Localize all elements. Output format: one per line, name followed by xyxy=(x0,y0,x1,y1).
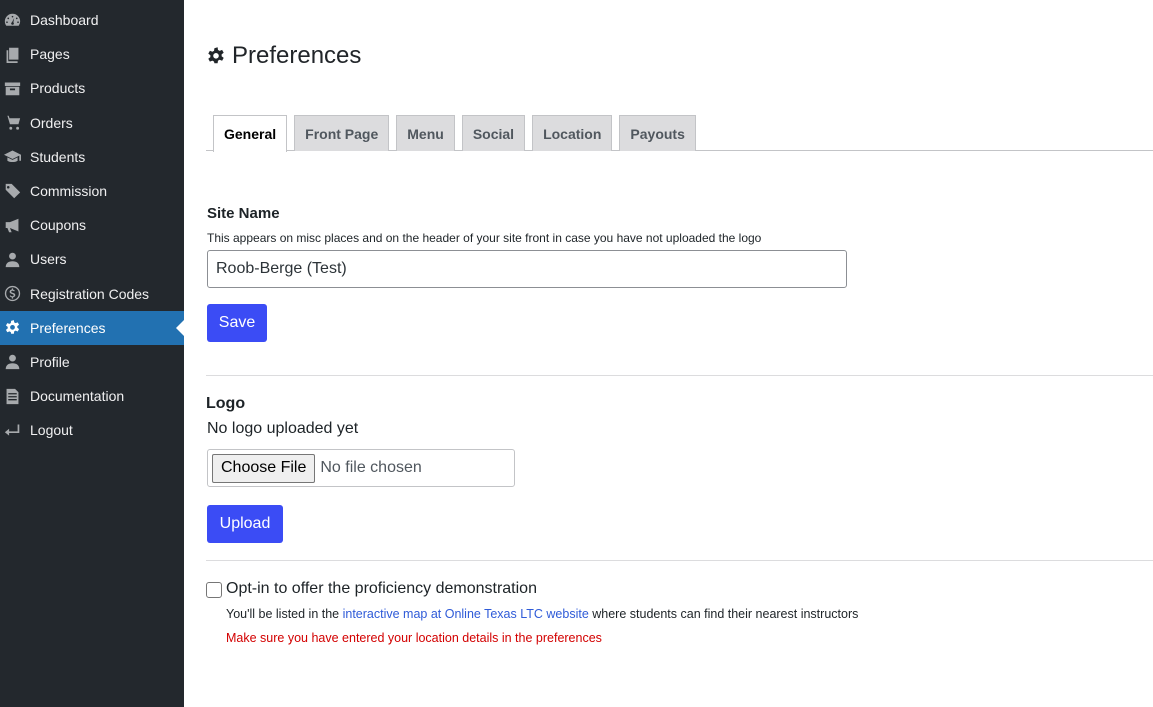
sidebar-item-logout[interactable]: Logout xyxy=(0,413,184,447)
site-name-help: This appears on misc places and on the h… xyxy=(207,231,762,245)
dollar-icon xyxy=(3,285,21,303)
tab-front-page[interactable]: Front Page xyxy=(294,115,390,151)
sidebar-item-orders[interactable]: Orders xyxy=(0,106,184,140)
return-arrow-icon xyxy=(3,421,21,439)
megaphone-icon xyxy=(3,216,21,234)
archive-icon xyxy=(3,79,21,97)
proficiency-checkbox[interactable] xyxy=(206,582,222,598)
page-title-text: Preferences xyxy=(232,42,362,69)
sidebar-item-label: Users xyxy=(30,251,67,268)
tab-social[interactable]: Social xyxy=(461,115,526,151)
tags-icon xyxy=(3,182,21,200)
sidebar-item-label: Commission xyxy=(30,183,108,200)
logo-file-input[interactable]: Choose File No file chosen xyxy=(207,449,515,487)
tab-payouts[interactable]: Payouts xyxy=(619,115,696,151)
save-button[interactable]: Save xyxy=(207,304,267,342)
choose-file-button[interactable]: Choose File xyxy=(212,453,316,483)
user-icon xyxy=(3,250,21,268)
sidebar-item-label: Documentation xyxy=(30,388,125,405)
sidebar-item-commission[interactable]: Commission xyxy=(0,174,184,208)
sidebar-item-label: Logout xyxy=(30,422,73,439)
upload-button[interactable]: Upload xyxy=(207,505,283,543)
sidebar-item-dashboard[interactable]: Dashboard xyxy=(0,3,184,37)
main-content: Preferences General Front Page Menu Soci… xyxy=(184,0,1153,707)
section-divider xyxy=(206,375,1153,376)
sidebar-item-products[interactable]: Products xyxy=(0,71,184,105)
sidebar-item-label: Dashboard xyxy=(30,12,99,29)
sidebar-item-label: Orders xyxy=(30,114,73,131)
location-warning: Make sure you have entered your location… xyxy=(226,631,602,645)
interactive-map-link[interactable]: interactive map at Online Texas LTC webs… xyxy=(343,607,589,621)
sidebar: Dashboard Pages Products Orders Students… xyxy=(0,0,184,707)
user-icon xyxy=(3,353,21,371)
gear-icon xyxy=(3,319,21,337)
sidebar-item-label: Preferences xyxy=(30,319,106,336)
site-name-label: Site Name xyxy=(207,205,280,222)
sidebar-item-preferences[interactable]: Preferences xyxy=(0,310,184,345)
logo-status: No logo uploaded yet xyxy=(207,420,359,437)
tab-menu[interactable]: Menu xyxy=(396,115,455,151)
sidebar-item-label: Products xyxy=(30,80,86,97)
sidebar-item-users[interactable]: Users xyxy=(0,242,184,276)
sidebar-item-label: Pages xyxy=(30,46,70,63)
sidebar-item-label: Profile xyxy=(30,353,70,370)
section-divider xyxy=(206,560,1153,561)
proficiency-description: You'll be listed in the interactive map … xyxy=(226,607,858,621)
sidebar-item-label: Coupons xyxy=(30,217,87,234)
sidebar-item-documentation[interactable]: Documentation xyxy=(0,379,184,413)
gear-icon xyxy=(206,46,226,66)
document-icon xyxy=(3,387,21,405)
graduation-cap-icon xyxy=(3,148,21,166)
sidebar-item-label: Students xyxy=(30,148,86,165)
logo-label: Logo xyxy=(206,395,246,412)
site-name-input[interactable] xyxy=(207,250,847,288)
proficiency-checkbox-label[interactable]: Opt-in to offer the proficiency demonstr… xyxy=(226,580,537,598)
dashboard-icon xyxy=(3,11,21,29)
sidebar-item-pages[interactable]: Pages xyxy=(0,37,184,71)
description-suffix: where students can find their nearest in… xyxy=(588,607,859,621)
tab-general[interactable]: General xyxy=(213,115,288,152)
preferences-tabs: General Front Page Menu Social Location … xyxy=(206,115,1153,152)
sidebar-item-label: Registration Codes xyxy=(30,285,150,302)
tab-location[interactable]: Location xyxy=(532,115,613,151)
sidebar-item-registration-codes[interactable]: Registration Codes xyxy=(0,277,184,311)
page-title: Preferences xyxy=(206,42,361,70)
pages-icon xyxy=(3,45,21,63)
sidebar-item-students[interactable]: Students xyxy=(0,140,184,174)
cart-icon xyxy=(3,114,21,132)
description-prefix: You'll be listed in the xyxy=(226,607,343,621)
sidebar-item-profile[interactable]: Profile xyxy=(0,345,184,379)
file-status-text: No file chosen xyxy=(320,459,422,476)
sidebar-item-coupons[interactable]: Coupons xyxy=(0,208,184,242)
